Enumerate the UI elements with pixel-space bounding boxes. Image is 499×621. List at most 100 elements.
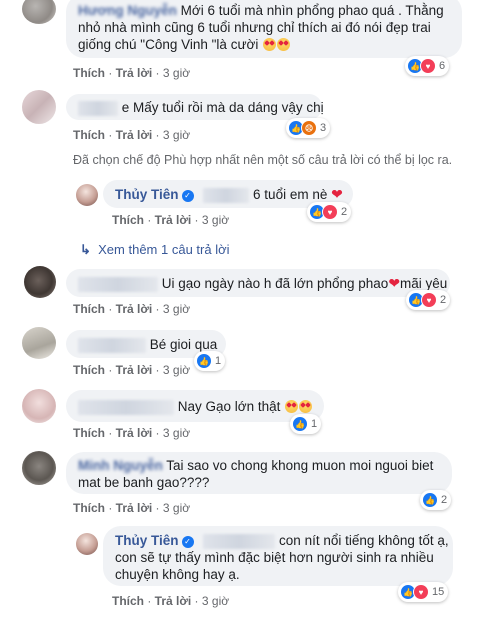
reply-text-line2: con sẽ tự thấy mình đặc biệt hơn người s… [115,550,434,565]
like-link[interactable]: Thích [73,128,105,142]
blurred-author-name[interactable] [78,399,174,415]
like-icon: 👍 [292,416,308,432]
timestamp[interactable]: 3 giờ [202,594,229,608]
heart-eyes-emoji-icon [285,400,299,413]
reply-text: 6 tuổi em nè [253,187,328,202]
reply-author[interactable]: Thủy Tiên [115,187,179,202]
blurred-mention[interactable] [203,187,250,203]
reaction-count: 2 [441,494,448,506]
avatar[interactable] [22,0,56,24]
reply-arrow-icon: ↳ [80,242,91,257]
like-link[interactable]: Thích [73,302,105,316]
avatar[interactable] [22,389,56,423]
comment-bubble: Nay Gạo lớn thật [66,390,324,422]
comment-bubble: e Mấy tuổi rồi mà da dáng vậy chị [66,94,324,120]
blurred-author-name[interactable] [78,337,146,353]
reaction-summary[interactable]: 👍 2 [420,490,452,510]
timestamp[interactable]: 3 giờ [163,128,190,142]
avatar[interactable] [22,451,56,485]
verified-icon: ✓ [181,190,194,202]
comment-bubble: Hương Nguyễn Mới 6 tuổi mà nhìn phổng ph… [66,0,462,58]
like-link[interactable]: Thích [73,426,105,440]
reaction-summary[interactable]: 👍 ☹ 3 [286,118,331,138]
avatar[interactable] [76,184,98,206]
reaction-summary[interactable]: 👍 1 [194,351,226,371]
reaction-count: 6 [439,60,446,72]
heart-eyes-emoji-icon [263,38,277,51]
timestamp[interactable]: 3 giờ [202,213,229,227]
reaction-count: 3 [320,122,327,134]
reply-link[interactable]: Trả lời [116,426,153,440]
verified-icon: ✓ [181,536,194,548]
heart-emoji-icon: ❤ [331,186,343,202]
like-link[interactable]: Thích [73,66,105,80]
comment-author[interactable]: Hương Nguyễn [78,3,177,18]
reaction-count: 1 [311,418,318,430]
filter-notice: Đã chọn chế độ Phù hợp nhất nên một số c… [73,153,453,167]
reaction-count: 2 [341,206,348,218]
comment-actions: Thích · Trả lời · 3 giờ [73,66,191,80]
reply-link[interactable]: Trả lời [116,128,153,142]
like-link[interactable]: Thích [73,363,105,377]
timestamp[interactable]: 3 giờ [163,66,190,80]
heart-eyes-emoji-icon [299,400,313,413]
avatar[interactable] [76,533,98,555]
comment-text: Nay Gạo lớn thật [177,399,281,414]
comment-bubble: Minh Nguyễn Tai sao vo chong khong muon … [66,452,452,494]
reply-link[interactable]: Trả lời [116,66,153,80]
timestamp[interactable]: 3 giờ [163,363,190,377]
comment-bubble: Ui gạo ngày nào h đã lớn phổng phao❤mãi … [66,269,450,297]
timestamp[interactable]: 3 giờ [163,501,190,515]
reply-text-line3: chuyện không hay ạ. [115,567,240,582]
love-icon: ♥ [322,204,338,220]
reaction-summary[interactable]: 👍 ♥ 2 [307,202,352,222]
view-more-replies-link[interactable]: ↳ Xem thêm 1 câu trả lời [80,242,230,258]
comment-actions: Thích · Trả lời · 3 giờ [73,128,191,142]
reaction-summary[interactable]: 👍 ♥ 6 [405,56,450,76]
avatar[interactable] [22,327,56,359]
avatar[interactable] [22,90,56,124]
comment-text: Bé gioi qua [149,337,218,352]
blurred-author-name[interactable] [78,100,118,116]
like-icon: 👍 [422,492,438,508]
reaction-count: 15 [432,586,445,598]
blurred-mention[interactable] [203,533,276,549]
like-link[interactable]: Thích [112,594,144,608]
reaction-count: 2 [440,294,447,306]
reply-link[interactable]: Trả lời [116,501,153,515]
love-icon: ♥ [413,584,429,600]
reply-link[interactable]: Trả lời [116,363,153,377]
like-link[interactable]: Thích [73,501,105,515]
comment-actions: Thích · Trả lời · 3 giờ [73,426,191,440]
timestamp[interactable]: 3 giờ [163,302,190,316]
reply-actions: Thích · Trả lời · 3 giờ [112,594,230,608]
reply-link[interactable]: Trả lời [155,594,192,608]
comment-text-tail: mãi yêu [400,276,448,291]
reply-link[interactable]: Trả lời [155,213,192,227]
view-more-replies-label: Xem thêm 1 câu trả lời [98,242,230,257]
reaction-summary[interactable]: 👍 ♥ 2 [406,290,451,310]
reply-link[interactable]: Trả lời [116,302,153,316]
avatar[interactable] [24,266,56,298]
comment-author[interactable]: Minh Nguyễn [78,458,163,473]
reply-text-line1: con nít nổi tiếng không tốt ạ, [279,533,449,548]
reaction-summary[interactable]: 👍 1 [290,414,322,434]
reaction-count: 1 [215,355,222,367]
comment-actions: Thích · Trả lời · 3 giờ [73,501,191,515]
comment-text: e Mấy tuổi rồi mà da dáng vậy chị [121,100,324,115]
heart-eyes-emoji-icon [277,38,291,51]
love-icon: ♥ [420,58,436,74]
blurred-author-name[interactable] [78,276,158,292]
comment-text: Ui gạo ngày nào h đã lớn phổng phao [161,276,389,291]
like-link[interactable]: Thích [112,213,144,227]
comment-actions: Thích · Trả lời · 3 giờ [73,302,191,316]
reply-author[interactable]: Thủy Tiên [115,533,179,548]
angry-icon: ☹ [301,120,317,136]
timestamp[interactable]: 3 giờ [163,426,190,440]
love-icon: ♥ [421,292,437,308]
heart-emoji-icon: ❤ [388,275,401,291]
reply-actions: Thích · Trả lời · 3 giờ [112,213,230,227]
like-icon: 👍 [196,353,212,369]
reaction-summary[interactable]: 👍 ♥ 15 [398,582,449,602]
comment-actions: Thích · Trả lời · 3 giờ [73,363,191,377]
